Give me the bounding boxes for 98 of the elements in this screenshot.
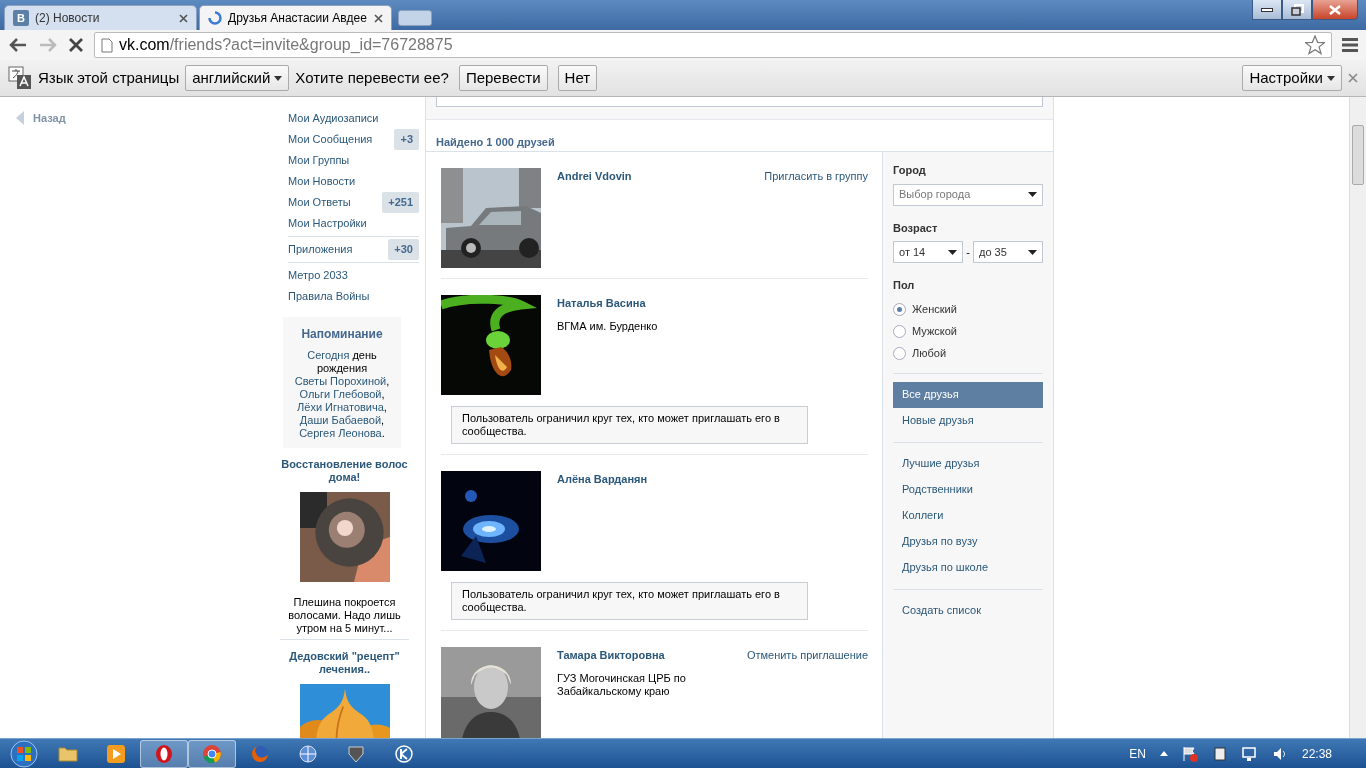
friends-list-item[interactable]: Все друзья — [893, 381, 1043, 408]
friends-list-item[interactable]: Друзья по вузу — [893, 528, 1043, 555]
close-button[interactable] — [1312, 0, 1358, 20]
language-dropdown[interactable]: английский — [185, 65, 290, 91]
age-from-dropdown[interactable]: от 14 — [893, 241, 963, 263]
menu-item[interactable]: Мои Аудиозаписи — [288, 110, 379, 127]
minimize-icon — [1261, 7, 1273, 12]
menu-item[interactable]: Правила Войны — [288, 288, 370, 305]
translate-button[interactable]: Перевести — [458, 65, 548, 91]
friend-info: ВГМА им. Бурденко — [557, 319, 659, 333]
menu-item[interactable]: Мои Группы — [288, 152, 350, 169]
restore-icon — [1290, 3, 1304, 16]
restore-button[interactable] — [1282, 0, 1312, 20]
close-icon — [1329, 4, 1341, 15]
radio-label: Любой — [912, 346, 947, 362]
address-bar[interactable]: vk.com/friends?act=invite&group_id=76728875 — [94, 32, 1332, 58]
age-to-dropdown[interactable]: до 35 — [973, 241, 1043, 263]
reminder-link[interactable]: Сергея Леонова — [299, 427, 382, 440]
city-dropdown[interactable]: Выбор города — [893, 183, 1043, 206]
friends-list-item[interactable]: Друзья по школе — [893, 554, 1043, 581]
reminder-title: Напоминание — [300, 327, 384, 342]
page-icon — [101, 37, 113, 53]
caret-icon — [948, 249, 957, 255]
translate-prompt: Язык этой страницы — [38, 67, 180, 88]
counter-badge: +30 — [388, 239, 419, 260]
browser-tab[interactable]: Друзья Анастасии Авдее — [199, 5, 392, 30]
friend-info: ГУЗ Могочинская ЦРБ по Забайкальскому краю — [557, 671, 687, 698]
stop-icon[interactable] — [68, 37, 84, 53]
back-icon[interactable] — [8, 37, 28, 53]
friend-name[interactable]: Наталья Васина — [557, 295, 646, 312]
radio-button[interactable] — [893, 325, 906, 338]
translate-icon — [8, 66, 32, 90]
filter-label: Возраст — [893, 220, 939, 236]
menu-icon[interactable] — [1342, 38, 1358, 52]
globe-icon — [298, 743, 318, 764]
ad-title[interactable]: Восстановление волос дома! — [280, 458, 409, 485]
friend-name[interactable]: Алёна Варданян — [557, 471, 648, 488]
reminder-link[interactable]: Лёхи Игнатовича — [297, 401, 384, 414]
caret-icon — [1028, 249, 1037, 255]
menu-item[interactable]: Метро 2033 — [288, 267, 348, 284]
close-icon[interactable] — [179, 13, 188, 23]
reminder-text: Сегодня день рождения Светы Порохиной, Ольги Глебовой, Лёхи Игнатовича, Даши Бабаевой, Сергея Леонова. — [293, 349, 391, 441]
friends-list-item[interactable]: Родственники — [893, 476, 1043, 503]
scrollbar-thumb[interactable] — [1352, 125, 1364, 185]
ad-title[interactable]: Дедовский "рецепт" лечения.. — [280, 650, 409, 677]
menu-item[interactable]: Мои Новости — [288, 173, 356, 190]
chrome-icon — [202, 743, 222, 764]
ad-text: Плешина покроется волосами. Надо лишь утром на 5 минут... — [280, 596, 409, 641]
age-separator: - — [966, 244, 970, 260]
search-field[interactable] — [436, 97, 1043, 107]
friend-name[interactable]: Тамара Викторовна — [557, 647, 665, 664]
close-icon[interactable] — [374, 13, 383, 23]
taskbar-button[interactable] — [140, 739, 188, 768]
friend-name[interactable]: Andrei Vdovin — [557, 168, 632, 185]
menu-item[interactable]: Мои Ответы — [288, 194, 351, 211]
friends-list-item[interactable]: Новые друзья — [893, 407, 1043, 434]
radio-button[interactable] — [893, 347, 906, 360]
caret-icon — [1028, 192, 1037, 197]
opera-icon — [154, 743, 174, 764]
caret-icon — [1327, 75, 1335, 81]
flag-icon[interactable] — [1181, 745, 1198, 762]
friends-list-item[interactable]: Коллеги — [893, 502, 1043, 529]
counter-badge: +251 — [382, 192, 419, 213]
circle-icon — [394, 743, 414, 764]
caret-icon — [274, 75, 283, 81]
menu-item[interactable]: Мои Сообщения — [288, 131, 373, 148]
menu-item[interactable]: Мои Настройки — [288, 215, 367, 232]
close-icon[interactable] — [1348, 73, 1358, 83]
translate-question: Хотите перевести ее? — [295, 67, 449, 88]
back-arrow-icon — [16, 111, 24, 126]
minimize-button[interactable] — [1252, 0, 1282, 20]
radio-label: Женский — [912, 302, 957, 318]
settings-dropdown[interactable]: Настройки — [1242, 65, 1342, 91]
star-icon[interactable] — [1305, 35, 1325, 55]
invite-link[interactable]: Пригласить в группу — [764, 168, 868, 185]
filter-label: Пол — [893, 278, 916, 293]
counter-badge: +3 — [394, 129, 419, 150]
restriction-notice: Пользователь ограничил круг тех, кто может приглашать его в сообщества. — [451, 582, 808, 620]
friends-list-item[interactable]: Лучшие друзья — [893, 450, 1043, 477]
tray-arrow-icon[interactable] — [1159, 751, 1168, 756]
restriction-notice: Пользователь ограничил круг тех, кто может приглашать его в сообщества. — [451, 406, 808, 444]
browser-tab[interactable]: В (2) Новости — [4, 5, 197, 30]
menu-item[interactable]: Приложения — [288, 241, 353, 258]
invite-link[interactable]: Отменить приглашение — [746, 647, 868, 664]
firefox-icon — [250, 743, 270, 764]
filter-label: Город — [893, 163, 927, 178]
device-icon[interactable] — [1211, 745, 1228, 762]
play-icon — [106, 743, 126, 764]
reminder-link[interactable]: Сегодня — [307, 349, 350, 362]
language-indicator[interactable]: EN — [1129, 744, 1146, 763]
radio-label: Мужской — [912, 324, 957, 340]
friends-list-item[interactable]: Создать список — [893, 597, 1043, 624]
shield-icon — [346, 743, 366, 764]
clock[interactable]: 22:38 — [1301, 744, 1332, 763]
radio-button[interactable] — [893, 303, 906, 316]
favicon-icon: В — [13, 10, 29, 26]
translate-button[interactable]: Нет — [557, 65, 598, 91]
scrollbar[interactable] — [1349, 97, 1366, 738]
